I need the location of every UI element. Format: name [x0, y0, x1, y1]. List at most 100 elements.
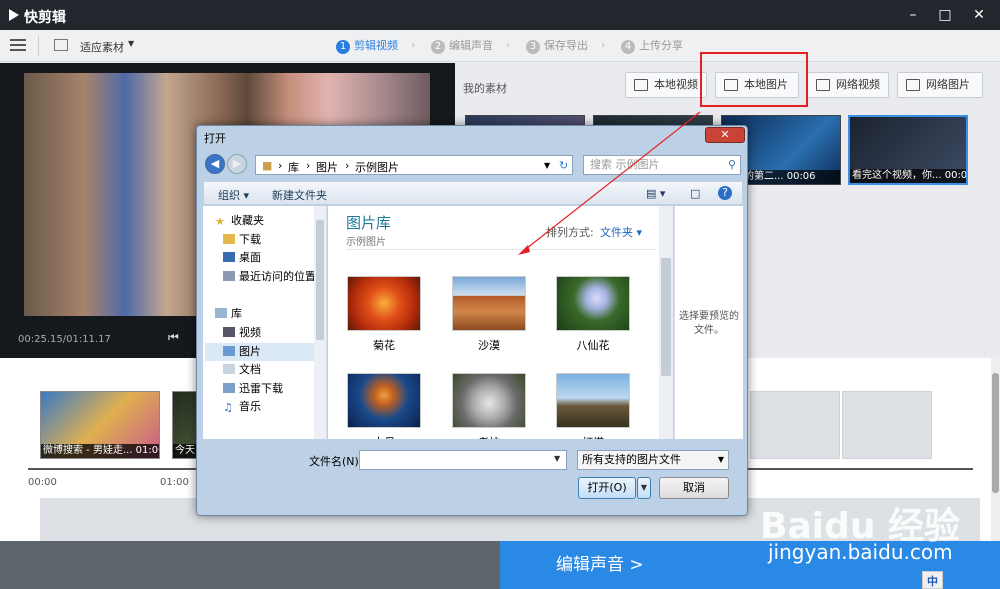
- timeline-scrollbar[interactable]: [991, 358, 1000, 541]
- picture-label: 沙漠: [478, 339, 500, 352]
- chevron-down-icon[interactable]: ▼: [554, 454, 560, 463]
- nav-label: 视频: [239, 326, 261, 339]
- library-subtitle: 示例图片: [346, 237, 386, 248]
- breadcrumb-item[interactable]: 库: [288, 159, 299, 175]
- chevron-right-icon: ›: [506, 38, 511, 51]
- step-share[interactable]: 4 上传分享: [621, 38, 683, 54]
- address-bar[interactable]: ■ › 库 › 图片 › 示例图片 ▼ ↻: [255, 155, 573, 175]
- nav-videos[interactable]: 视频: [223, 324, 326, 342]
- search-input[interactable]: 搜索 示例图片 ⚲: [583, 155, 741, 175]
- fit-icon[interactable]: [54, 39, 68, 51]
- command-bar: 组织 ▾ 新建文件夹 ▤ ▾ □ ?: [203, 181, 743, 205]
- fit-dropdown-label[interactable]: 适应素材: [80, 39, 124, 55]
- forward-icon[interactable]: ▶: [227, 154, 247, 174]
- nav-favorites[interactable]: ★ 收藏夹: [215, 212, 325, 230]
- button-label: 网络图片: [926, 78, 970, 91]
- step-label: 剪辑视频: [354, 39, 398, 52]
- picture-item[interactable]: 八仙花: [555, 276, 631, 353]
- desert-thumbnail: [452, 276, 526, 331]
- star-icon: ★: [215, 215, 225, 228]
- breadcrumb-item[interactable]: 示例图片: [355, 159, 399, 175]
- chevron-right-icon: ›: [411, 38, 416, 51]
- timeline-clip[interactable]: 微博搜索 - 男娃走... 01:00: [40, 391, 160, 459]
- new-folder-button[interactable]: 新建文件夹: [272, 187, 327, 203]
- picture-item[interactable]: 灯塔: [555, 373, 631, 439]
- open-button[interactable]: 打开(O): [578, 477, 636, 499]
- nav-documents[interactable]: 文档: [223, 361, 326, 379]
- video-library-icon: [223, 327, 235, 337]
- search-placeholder: 搜索 示例图片: [590, 158, 660, 171]
- refresh-icon[interactable]: ↻: [559, 159, 568, 172]
- step-export[interactable]: 3 保存导出: [526, 38, 588, 54]
- music-icon: ♫: [223, 401, 233, 414]
- step-number: 3: [526, 40, 540, 54]
- nav-thunder-downloads[interactable]: 迅雷下载: [223, 380, 326, 398]
- file-type-value: 所有支持的图片文件: [582, 453, 681, 466]
- step-label: 编辑声音: [449, 39, 493, 52]
- ime-indicator[interactable]: 中: [922, 571, 943, 589]
- sort-label: 排列方式:: [546, 226, 594, 239]
- picture-item[interactable]: 考拉: [451, 373, 527, 439]
- menu-icon[interactable]: [10, 39, 26, 51]
- nav-libraries[interactable]: 库: [215, 305, 325, 323]
- help-icon[interactable]: ?: [718, 186, 732, 200]
- timeline-clip[interactable]: 今天: [172, 391, 198, 459]
- picture-item[interactable]: 菊花: [346, 276, 422, 353]
- open-options-icon[interactable]: ▼: [637, 477, 651, 499]
- button-label: 本地视频: [654, 78, 698, 91]
- koala-thumbnail: [452, 373, 526, 428]
- minimize-icon[interactable]: –: [896, 0, 930, 30]
- file-type-select[interactable]: 所有支持的图片文件 ▼: [577, 450, 729, 470]
- picture-item[interactable]: 水母: [346, 373, 422, 439]
- title-bar: 快剪辑 – □ ✕: [0, 0, 1000, 30]
- video-icon: [634, 79, 648, 91]
- view-icon[interactable]: ▤ ▾: [646, 187, 665, 200]
- picture-item[interactable]: 沙漠: [451, 276, 527, 353]
- nav-desktop[interactable]: 桌面: [223, 249, 326, 267]
- nav-music[interactable]: ♫ 音乐: [223, 398, 326, 416]
- step-number: 2: [431, 40, 445, 54]
- close-icon[interactable]: ✕: [705, 127, 745, 143]
- chevron-down-icon[interactable]: ▼: [128, 39, 134, 48]
- local-video-button[interactable]: 本地视频: [625, 72, 707, 98]
- nav-label: 下载: [239, 233, 261, 246]
- watermark-text: jingyan.baidu.com: [768, 540, 953, 564]
- preview-pane: 选择要预览的文件。: [674, 206, 743, 439]
- back-icon[interactable]: ◀: [205, 154, 225, 174]
- timecode: 00:25.15/01:11.17: [18, 334, 111, 345]
- filename-input[interactable]: ▼: [359, 450, 567, 470]
- step-edit-video[interactable]: 1 剪辑视频: [336, 38, 398, 54]
- maximize-icon[interactable]: □: [928, 0, 962, 30]
- toolbar-divider: [38, 36, 39, 56]
- button-label: 网络视频: [836, 78, 880, 91]
- step-edit-audio[interactable]: 2 编辑声音: [431, 38, 493, 54]
- sort-dropdown[interactable]: 文件夹 ▾: [600, 224, 642, 240]
- web-video-button[interactable]: 网络视频: [807, 72, 889, 98]
- dialog-title: 打开: [204, 132, 226, 145]
- web-image-button[interactable]: 网络图片: [897, 72, 983, 98]
- recent-places-icon: [223, 271, 235, 281]
- nav-label: 图片: [239, 345, 261, 358]
- preview-pane-icon[interactable]: □: [690, 187, 700, 200]
- step-label: 保存导出: [544, 39, 588, 52]
- file-scrollbar[interactable]: [659, 206, 673, 439]
- breadcrumb-item[interactable]: 图片: [316, 159, 338, 175]
- chevron-down-icon: ▼: [717, 455, 724, 464]
- clip-caption: 今天: [173, 444, 197, 458]
- close-icon[interactable]: ✕: [962, 0, 996, 30]
- download-folder-icon: [223, 234, 235, 244]
- nav-recent[interactable]: 最近访问的位置: [223, 268, 326, 286]
- library-title: 图片库: [346, 214, 392, 232]
- organize-button[interactable]: 组织 ▾: [218, 187, 249, 203]
- nav-label: 迅雷下载: [239, 382, 283, 395]
- nav-pictures[interactable]: 图片: [205, 343, 319, 361]
- chevron-down-icon[interactable]: ▼: [544, 161, 550, 170]
- nav-scrollbar[interactable]: [314, 206, 326, 439]
- material-thumbnail-selected[interactable]: 看完这个视频，你... 00:03: [848, 115, 968, 185]
- web-image-icon: [906, 79, 920, 91]
- previous-frame-icon[interactable]: ⏮: [168, 330, 182, 346]
- step-label: 上传分享: [639, 39, 683, 52]
- nav-downloads[interactable]: 下载: [223, 231, 326, 249]
- cancel-button[interactable]: 取消: [659, 477, 729, 499]
- navigation-pane: ★ 收藏夹 下载 桌面 最近访问的位置 库 视频 图片 文档 迅雷下载 ♫ 音乐: [203, 206, 327, 439]
